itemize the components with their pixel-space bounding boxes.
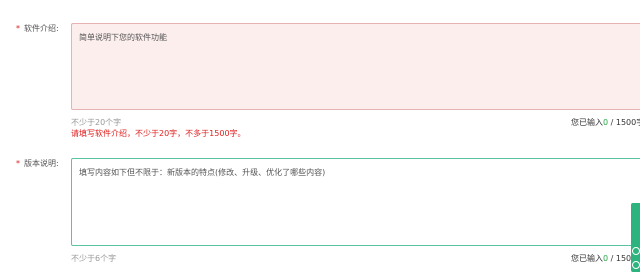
software-intro-label-text: 软件介绍: <box>24 24 59 33</box>
software-intro-label: * 软件介绍: <box>16 24 59 34</box>
software-intro-hint: 不少于20个字 <box>71 118 122 127</box>
counter-prefix: 您已输入 <box>571 118 603 127</box>
version-notes-label-text: 版本说明: <box>24 159 59 168</box>
feedback-icon <box>632 247 640 255</box>
version-notes-placeholder: 填写内容如下但不限于：新版本的特点(修改、升级、优化了哪些内容) <box>79 168 326 177</box>
version-notes-textarea[interactable]: 填写内容如下但不限于：新版本的特点(修改、升级、优化了哪些内容) <box>71 158 640 246</box>
version-notes-label: * 版本说明: <box>16 159 59 169</box>
required-mark: * <box>16 159 20 168</box>
software-intro-textarea[interactable]: 简单说明下您的软件功能 <box>71 23 640 110</box>
counter-sep: / <box>608 118 616 127</box>
software-intro-counter: 您已输入0 / 1500字 <box>571 118 640 128</box>
version-notes-hint: 不少于6个字 <box>71 254 117 263</box>
version-notes-counter: 您已输入0 / 1500字 <box>571 254 640 264</box>
counter-prefix: 您已输入 <box>571 254 603 263</box>
software-intro-error: 请填写软件介绍，不少于20字，不多于1500字。 <box>71 129 246 138</box>
required-mark: * <box>16 24 20 33</box>
software-intro-placeholder: 简单说明下您的软件功能 <box>79 33 167 42</box>
feedback-icon <box>632 261 640 269</box>
counter-sep: / <box>608 254 616 263</box>
side-feedback-widget[interactable] <box>631 203 640 272</box>
counter-max: 1500字 <box>615 118 640 127</box>
